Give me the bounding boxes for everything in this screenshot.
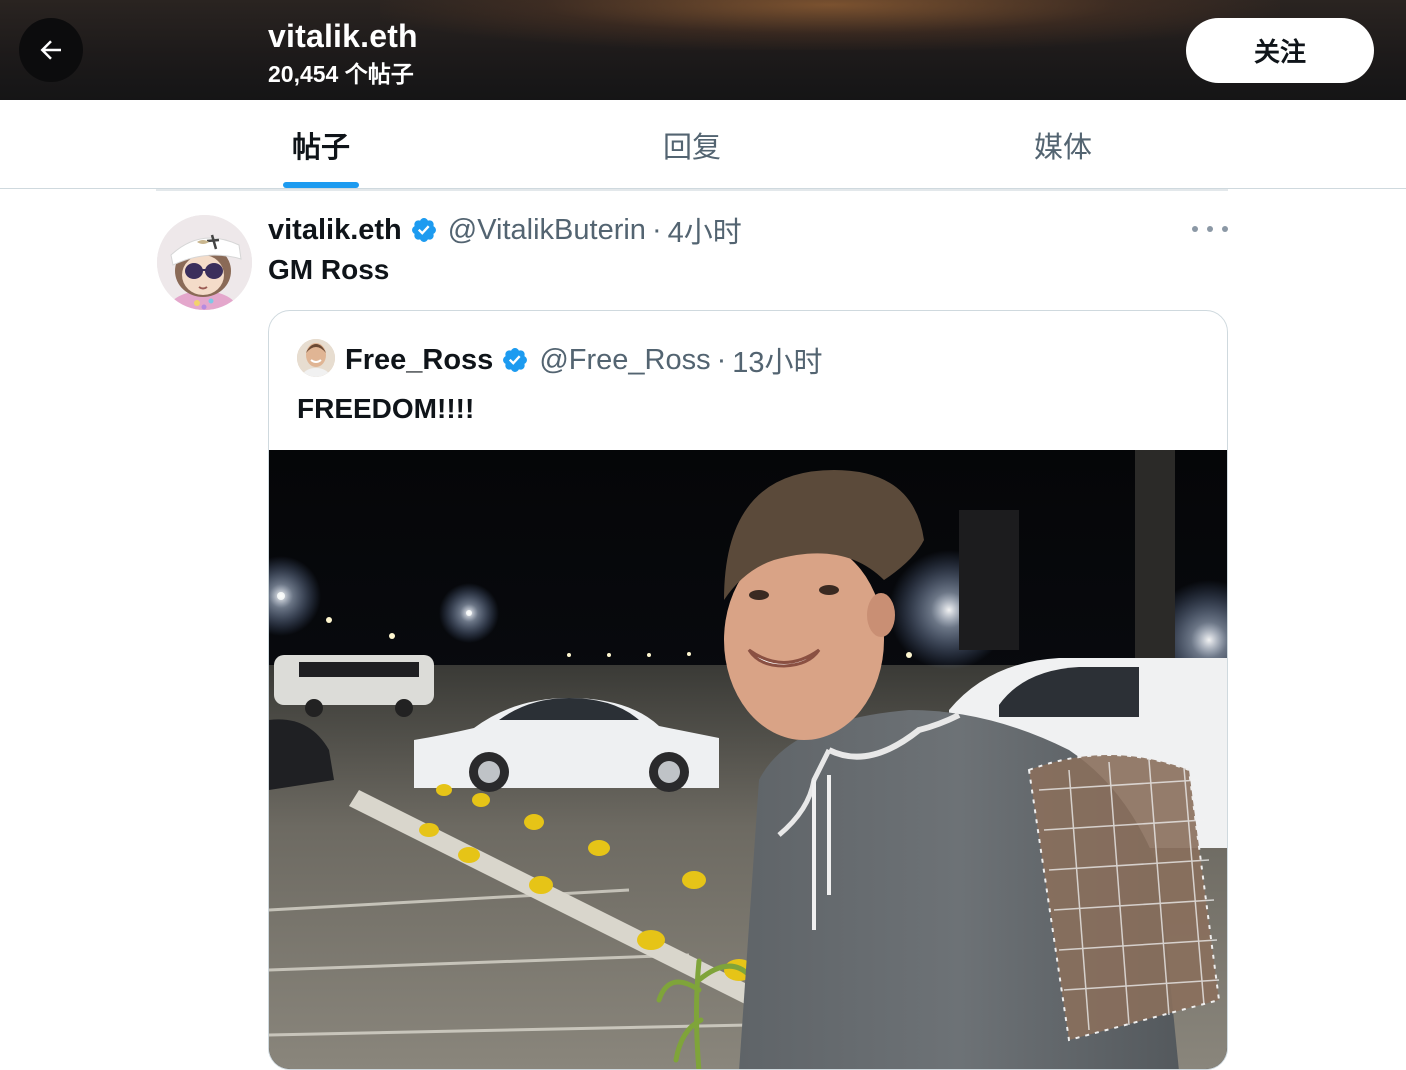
follow-button[interactable]: 关注: [1186, 18, 1374, 83]
quoted-avatar: [297, 339, 335, 377]
verified-badge-icon: [411, 218, 436, 242]
verified-badge-icon: [503, 348, 528, 372]
more-dot: [1222, 226, 1228, 232]
avatar-illustration: [157, 215, 252, 310]
tab-posts[interactable]: 帖子: [221, 100, 421, 189]
header-banner-glow: [380, 0, 1280, 50]
quoted-separator: ·: [716, 343, 727, 376]
tweet-text: GM Ross: [268, 254, 390, 285]
tweet-separator: ·: [651, 213, 662, 246]
divider: [156, 189, 1228, 191]
profile-header: vitalik.eth 20,454 个帖子 关注: [0, 0, 1406, 100]
quoted-timestamp[interactable]: 13小时: [732, 339, 822, 381]
quoted-tweet-text: FREEDOM!!!!: [297, 393, 475, 424]
more-button[interactable]: [1192, 215, 1228, 243]
more-dot: [1207, 226, 1213, 232]
tweet-author-name[interactable]: vitalik.eth: [268, 214, 402, 247]
tab-replies[interactable]: 回复: [592, 100, 792, 189]
tweet-author-handle[interactable]: @VitalikButerin: [448, 214, 646, 247]
more-dot: [1192, 226, 1198, 232]
active-tab-indicator: [283, 182, 359, 188]
back-button[interactable]: [19, 18, 83, 82]
quoted-tweet[interactable]: Free_Ross @Free_Ross · 13小时 FREEDOM!!!!: [268, 310, 1228, 1070]
header-profile-name: vitalik.eth: [268, 18, 418, 54]
tweet-header: vitalik.eth @VitalikButerin · 4小时: [268, 209, 742, 251]
quoted-author-name[interactable]: Free_Ross: [345, 344, 493, 377]
quoted-tweet-header: Free_Ross @Free_Ross · 13小时: [345, 340, 823, 380]
profile-tabs: 帖子 回复 媒体: [0, 100, 1406, 189]
avatar[interactable]: [157, 215, 252, 310]
header-post-count: 20,454 个帖子: [268, 61, 414, 87]
quoted-tweet-photo[interactable]: [269, 450, 1228, 1070]
tweet-timestamp[interactable]: 4小时: [668, 209, 742, 251]
tab-media[interactable]: 媒体: [963, 100, 1163, 189]
arrow-left-icon: [40, 40, 61, 60]
quoted-author-handle[interactable]: @Free_Ross: [539, 344, 710, 377]
